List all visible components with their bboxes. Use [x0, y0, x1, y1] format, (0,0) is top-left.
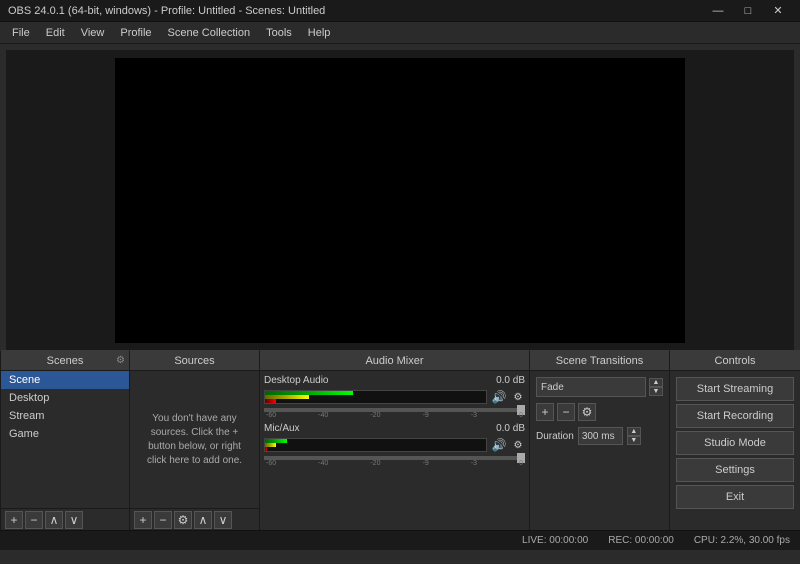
- sources-panel: Sources You don't have any sources. Clic…: [130, 350, 260, 530]
- scenes-config-icon[interactable]: ⚙: [116, 355, 125, 366]
- scene-item-1[interactable]: Desktop: [1, 389, 129, 407]
- controls-panel: Controls Start Streaming Start Recording…: [670, 350, 800, 530]
- menu-scene-collection[interactable]: Scene Collection: [160, 22, 259, 44]
- start-recording-button[interactable]: Start Recording: [676, 404, 794, 428]
- mic-audio-mute-button[interactable]: 🔊: [490, 436, 508, 454]
- scene-list: Scene Desktop Stream Game: [1, 371, 129, 508]
- transitions-panel-header: Scene Transitions: [530, 351, 669, 371]
- scenes-add-button[interactable]: +: [5, 511, 23, 529]
- audio-mixer-panel: Audio Mixer Desktop Audio 0.0 dB 🔊 ⚙: [260, 350, 530, 530]
- mic-audio-label: Mic/Aux: [264, 423, 300, 434]
- start-streaming-button[interactable]: Start Streaming: [676, 377, 794, 401]
- duration-up-btn[interactable]: ▲: [627, 427, 641, 436]
- desktop-audio-db: 0.0 dB: [496, 375, 525, 386]
- audio-panel-header: Audio Mixer: [260, 351, 529, 371]
- sources-toolbar: + − ⚙ ∧ ∨: [130, 508, 259, 530]
- cpu-status: CPU: 2.2%, 30.00 fps: [694, 535, 790, 546]
- sources-add-button[interactable]: +: [134, 511, 152, 529]
- preview-canvas: [115, 58, 685, 343]
- settings-button[interactable]: Settings: [676, 458, 794, 482]
- preview-area: [6, 50, 794, 350]
- scenes-panel-header: Scenes ⚙: [1, 351, 129, 371]
- studio-mode-button[interactable]: Studio Mode: [676, 431, 794, 455]
- menu-bar: File Edit View Profile Scene Collection …: [0, 22, 800, 44]
- transitions-down-btn[interactable]: ▼: [649, 387, 663, 396]
- scene-item-3[interactable]: Game: [1, 425, 129, 443]
- duration-input[interactable]: [578, 427, 623, 445]
- mic-audio-volume-slider[interactable]: [264, 456, 525, 460]
- menu-tools[interactable]: Tools: [258, 22, 300, 44]
- rec-status: REC: 00:00:00: [608, 535, 674, 546]
- title-controls: — □ ✕: [704, 2, 792, 20]
- title-text: OBS 24.0.1 (64-bit, windows) - Profile: …: [8, 5, 325, 17]
- menu-view[interactable]: View: [73, 22, 113, 44]
- audio-track-mic: Mic/Aux 0.0 dB 🔊 ⚙ -60: [264, 423, 525, 467]
- sources-empty-text: You don't have any sources. Click the + …: [130, 371, 259, 508]
- maximize-button[interactable]: □: [734, 2, 762, 20]
- transitions-config-button[interactable]: ⚙: [578, 403, 596, 421]
- scenes-toolbar: + − ∧ ∨: [1, 508, 129, 530]
- transitions-remove-button[interactable]: −: [557, 403, 575, 421]
- sources-panel-header: Sources: [130, 351, 259, 371]
- scenes-remove-button[interactable]: −: [25, 511, 43, 529]
- duration-down-btn[interactable]: ▼: [627, 436, 641, 445]
- live-status: LIVE: 00:00:00: [522, 535, 588, 546]
- audio-tracks: Desktop Audio 0.0 dB 🔊 ⚙ -60: [260, 371, 529, 530]
- desktop-audio-config-button[interactable]: ⚙: [511, 390, 525, 404]
- status-bar: LIVE: 00:00:00 REC: 00:00:00 CPU: 2.2%, …: [0, 530, 800, 550]
- audio-track-desktop: Desktop Audio 0.0 dB 🔊 ⚙ -60: [264, 375, 525, 419]
- scenes-panel: Scenes ⚙ Scene Desktop Stream Game + − ∧…: [0, 350, 130, 530]
- desktop-audio-meter: [264, 390, 487, 404]
- scene-item-0[interactable]: Scene: [1, 371, 129, 389]
- transitions-panel: Scene Transitions Fade Cut Swipe Slide ▲…: [530, 350, 670, 530]
- minimize-button[interactable]: —: [704, 2, 732, 20]
- transitions-content: Fade Cut Swipe Slide ▲ ▼ + − ⚙ Duration: [530, 371, 669, 530]
- sources-down-button[interactable]: ∨: [214, 511, 232, 529]
- transitions-add-button[interactable]: +: [536, 403, 554, 421]
- menu-edit[interactable]: Edit: [38, 22, 73, 44]
- desktop-audio-label: Desktop Audio: [264, 375, 329, 386]
- sources-remove-button[interactable]: −: [154, 511, 172, 529]
- controls-panel-header: Controls: [670, 351, 800, 371]
- transitions-up-btn[interactable]: ▲: [649, 378, 663, 387]
- transitions-type-select[interactable]: Fade Cut Swipe Slide: [536, 377, 646, 397]
- mic-audio-db: 0.0 dB: [496, 423, 525, 434]
- controls-buttons: Start Streaming Start Recording Studio M…: [670, 371, 800, 530]
- desktop-audio-mute-button[interactable]: 🔊: [490, 388, 508, 406]
- desktop-audio-volume-slider[interactable]: [264, 408, 525, 412]
- menu-help[interactable]: Help: [300, 22, 339, 44]
- exit-button[interactable]: Exit: [676, 485, 794, 509]
- scene-item-2[interactable]: Stream: [1, 407, 129, 425]
- close-button[interactable]: ✕: [764, 2, 792, 20]
- mic-audio-config-button[interactable]: ⚙: [511, 438, 525, 452]
- scenes-down-button[interactable]: ∨: [65, 511, 83, 529]
- sources-config-button[interactable]: ⚙: [174, 511, 192, 529]
- duration-label: Duration: [536, 431, 574, 442]
- mic-audio-meter: [264, 438, 487, 452]
- scenes-up-button[interactable]: ∧: [45, 511, 63, 529]
- menu-profile[interactable]: Profile: [112, 22, 159, 44]
- panels-row: Scenes ⚙ Scene Desktop Stream Game + − ∧…: [0, 350, 800, 530]
- menu-file[interactable]: File: [4, 22, 38, 44]
- sources-up-button[interactable]: ∧: [194, 511, 212, 529]
- title-bar: OBS 24.0.1 (64-bit, windows) - Profile: …: [0, 0, 800, 22]
